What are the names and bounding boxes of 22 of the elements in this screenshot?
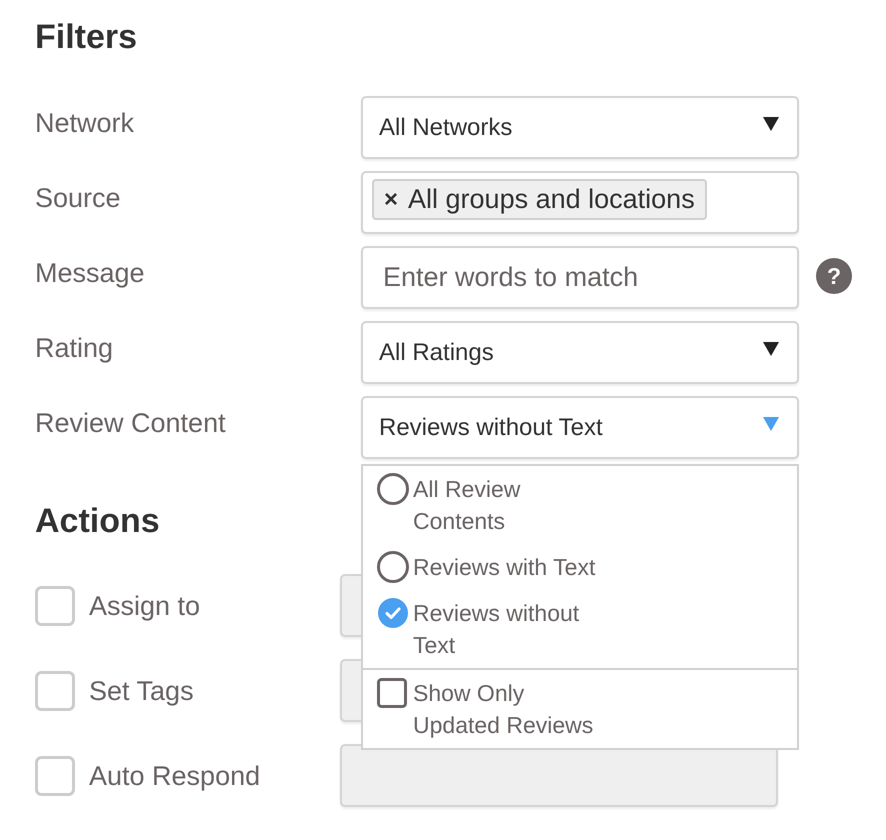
section-heading: Actions <box>35 502 160 540</box>
message-input[interactable]: Enter words to match <box>361 246 799 309</box>
field-label: Rating <box>35 332 114 364</box>
tag-input-field[interactable]: × All groups and locations <box>361 171 799 234</box>
help-icon[interactable]: ? <box>816 258 852 294</box>
field-label: Network <box>35 107 136 139</box>
remove-tag-button[interactable]: × <box>382 188 400 212</box>
dropdown-checkbox-option[interactable]: Show Only Updated Reviews <box>363 670 797 748</box>
dropdown-option[interactable]: All Review Contents <box>363 466 797 544</box>
checkbox-label: Assign to <box>89 590 202 622</box>
dropdown-option[interactable]: Reviews with Text <box>363 544 797 590</box>
checkbox-label: Auto Respond <box>89 760 262 792</box>
dropdown-option[interactable]: Reviews without Text <box>363 590 797 668</box>
select-field[interactable]: All Ratings <box>361 321 799 384</box>
field-label: Message <box>35 257 146 289</box>
section-heading: Filters <box>35 18 138 56</box>
field-label: Source <box>35 182 122 214</box>
checkbox-label: Set Tags <box>89 674 195 706</box>
select-field[interactable]: All Networks <box>361 96 799 159</box>
tag-label: All groups and locations <box>408 186 695 213</box>
select-field[interactable]: Reviews without Text <box>361 396 799 459</box>
field-label: Review Content <box>35 407 227 439</box>
